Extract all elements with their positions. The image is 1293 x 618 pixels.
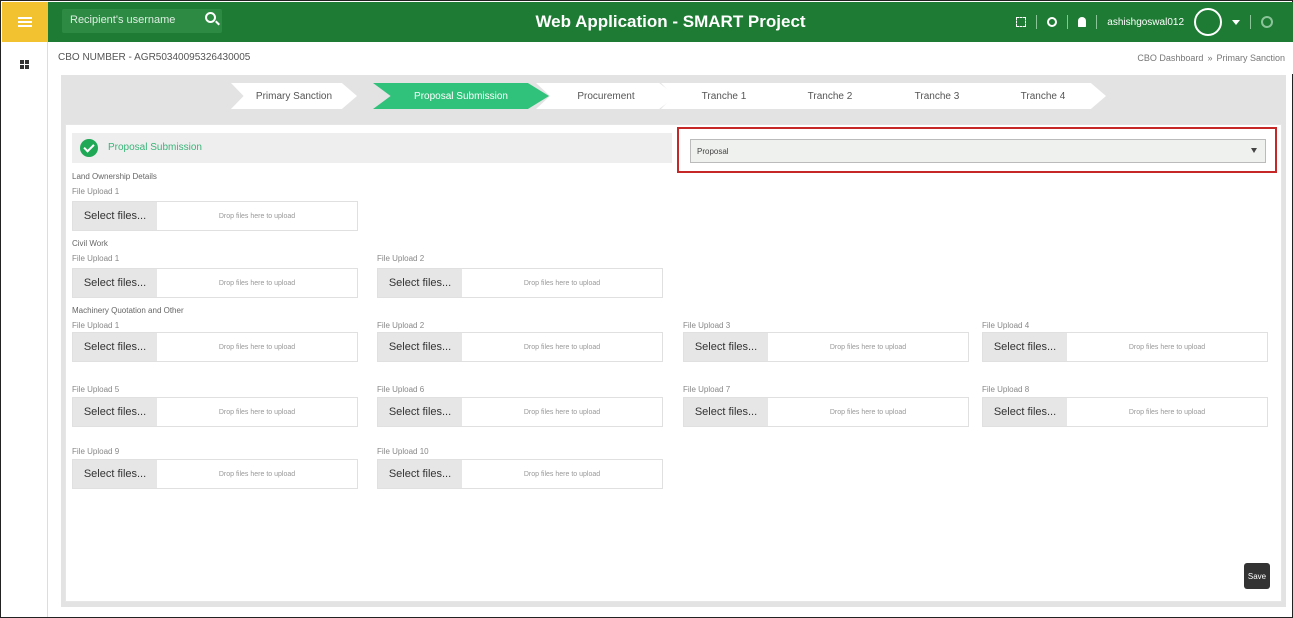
file-uploader[interactable]: Select files... Drop files here to uploa… (683, 397, 969, 427)
file-upload-label: File Upload 1 (72, 254, 120, 263)
drop-zone[interactable]: Drop files here to upload (462, 344, 662, 351)
select-files-button[interactable]: Select files... (983, 398, 1067, 426)
section-title: Proposal Submission (108, 142, 202, 153)
progress-stepper: Primary Sanction Proposal Submission Pro… (61, 75, 1286, 118)
save-button[interactable]: Save (1244, 563, 1270, 589)
breadcrumb-item-current: Primary Sanction (1216, 53, 1285, 63)
select-files-button[interactable]: Select files... (378, 269, 462, 297)
file-uploader[interactable]: Select files... Drop files here to uploa… (72, 268, 358, 298)
select-files-button[interactable]: Select files... (684, 398, 768, 426)
expand-icon[interactable] (1016, 17, 1027, 27)
top-tools: ashishgoswal012 (1016, 8, 1273, 36)
select-files-button[interactable]: Select files... (378, 398, 462, 426)
file-uploader[interactable]: Select files... Drop files here to uploa… (683, 332, 969, 362)
file-uploader[interactable]: Select files... Drop files here to uploa… (377, 459, 663, 489)
file-upload-label: File Upload 5 (72, 385, 120, 394)
step-tranche-1[interactable]: Tranche 1 (661, 83, 787, 109)
file-upload-label: File Upload 2 (377, 321, 425, 330)
file-upload-label: File Upload 2 (377, 254, 425, 263)
file-uploader[interactable]: Select files... Drop files here to uploa… (72, 397, 358, 427)
drop-zone[interactable]: Drop files here to upload (157, 344, 357, 351)
file-upload-label: File Upload 6 (377, 385, 425, 394)
select-files-button[interactable]: Select files... (73, 202, 157, 230)
proposal-form: Proposal Submission Proposal Land Owners… (65, 124, 1282, 602)
chevron-down-icon (1251, 148, 1257, 153)
breadcrumb-item-dashboard[interactable]: CBO Dashboard (1137, 53, 1203, 63)
left-rail (2, 2, 48, 617)
file-upload-label: File Upload 1 (72, 187, 120, 196)
bell-icon[interactable] (1078, 17, 1087, 27)
file-uploader[interactable]: Select files... Drop files here to uploa… (72, 201, 358, 231)
chevron-down-icon[interactable] (1232, 19, 1240, 25)
section-header: Proposal Submission (72, 133, 672, 163)
select-value: Proposal (697, 147, 729, 156)
drop-zone[interactable]: Drop files here to upload (768, 344, 968, 351)
check-circle-icon (80, 139, 98, 157)
main-content: Primary Sanction Proposal Submission Pro… (61, 75, 1286, 607)
divider (1250, 15, 1251, 29)
file-uploader[interactable]: Select files... Drop files here to uploa… (377, 332, 663, 362)
drop-zone[interactable]: Drop files here to upload (1067, 344, 1267, 351)
power-icon[interactable] (1261, 16, 1273, 28)
select-files-button[interactable]: Select files... (73, 333, 157, 361)
document-type-select[interactable]: Proposal (690, 139, 1266, 163)
drop-zone[interactable]: Drop files here to upload (462, 471, 662, 478)
file-uploader[interactable]: Select files... Drop files here to uploa… (72, 459, 358, 489)
drop-zone[interactable]: Drop files here to upload (768, 409, 968, 416)
breadcrumb-separator: » (1207, 53, 1213, 63)
step-procurement[interactable]: Procurement (536, 83, 676, 109)
drop-zone[interactable]: Drop files here to upload (157, 280, 357, 287)
file-uploader[interactable]: Select files... Drop files here to uploa… (377, 397, 663, 427)
select-files-button[interactable]: Select files... (73, 460, 157, 488)
step-tranche-4[interactable]: Tranche 4 (980, 83, 1106, 109)
username[interactable]: ashishgoswal012 (1107, 17, 1184, 28)
step-tranche-3[interactable]: Tranche 3 (874, 83, 1000, 109)
step-primary-sanction[interactable]: Primary Sanction (231, 83, 357, 109)
breadcrumb: CBO Dashboard » Primary Sanction (1137, 53, 1285, 63)
select-files-button[interactable]: Select files... (378, 333, 462, 361)
grid-icon[interactable] (20, 60, 29, 69)
drop-zone[interactable]: Drop files here to upload (462, 409, 662, 416)
select-files-button[interactable]: Select files... (684, 333, 768, 361)
file-uploader[interactable]: Select files... Drop files here to uploa… (982, 332, 1268, 362)
search-icon[interactable] (205, 12, 216, 23)
file-upload-label: File Upload 10 (377, 447, 429, 456)
dropdown-highlight: Proposal (677, 127, 1277, 173)
file-uploader[interactable]: Select files... Drop files here to uploa… (72, 332, 358, 362)
file-upload-label: File Upload 9 (72, 447, 120, 456)
gear-icon[interactable] (1047, 17, 1058, 27)
avatar[interactable] (1194, 8, 1222, 36)
divider (1096, 15, 1098, 29)
drop-zone[interactable]: Drop files here to upload (462, 280, 662, 287)
section-machinery: Machinery Quotation and Other (72, 306, 184, 315)
select-files-button[interactable]: Select files... (73, 269, 157, 297)
select-files-button[interactable]: Select files... (378, 460, 462, 488)
file-upload-label: File Upload 1 (72, 321, 120, 330)
drop-zone[interactable]: Drop files here to upload (157, 213, 357, 220)
file-uploader[interactable]: Select files... Drop files here to uploa… (982, 397, 1268, 427)
cbo-number: CBO NUMBER - AGR50340095326430005 (58, 52, 251, 63)
file-upload-label: File Upload 4 (982, 321, 1030, 330)
menu-toggle-button[interactable] (2, 2, 48, 42)
drop-zone[interactable]: Drop files here to upload (157, 471, 357, 478)
file-upload-label: File Upload 3 (683, 321, 731, 330)
top-bar: Recipient's username Web Application - S… (48, 2, 1293, 42)
file-upload-label: File Upload 7 (683, 385, 731, 394)
drop-zone[interactable]: Drop files here to upload (157, 409, 357, 416)
file-uploader[interactable]: Select files... Drop files here to uploa… (377, 268, 663, 298)
file-upload-label: File Upload 8 (982, 385, 1030, 394)
drop-zone[interactable]: Drop files here to upload (1067, 409, 1267, 416)
app-frame: Recipient's username Web Application - S… (0, 0, 1293, 618)
divider (1036, 15, 1038, 29)
section-land-ownership: Land Ownership Details (72, 172, 157, 181)
search-input[interactable]: Recipient's username (62, 9, 222, 33)
step-tranche-2[interactable]: Tranche 2 (767, 83, 893, 109)
step-proposal-submission[interactable]: Proposal Submission (373, 83, 549, 109)
select-files-button[interactable]: Select files... (983, 333, 1067, 361)
sub-header: CBO NUMBER - AGR50340095326430005 CBO Da… (48, 42, 1293, 74)
divider (1067, 15, 1069, 29)
section-civil-work: Civil Work (72, 239, 108, 248)
select-files-button[interactable]: Select files... (73, 398, 157, 426)
hamburger-icon (18, 21, 32, 23)
